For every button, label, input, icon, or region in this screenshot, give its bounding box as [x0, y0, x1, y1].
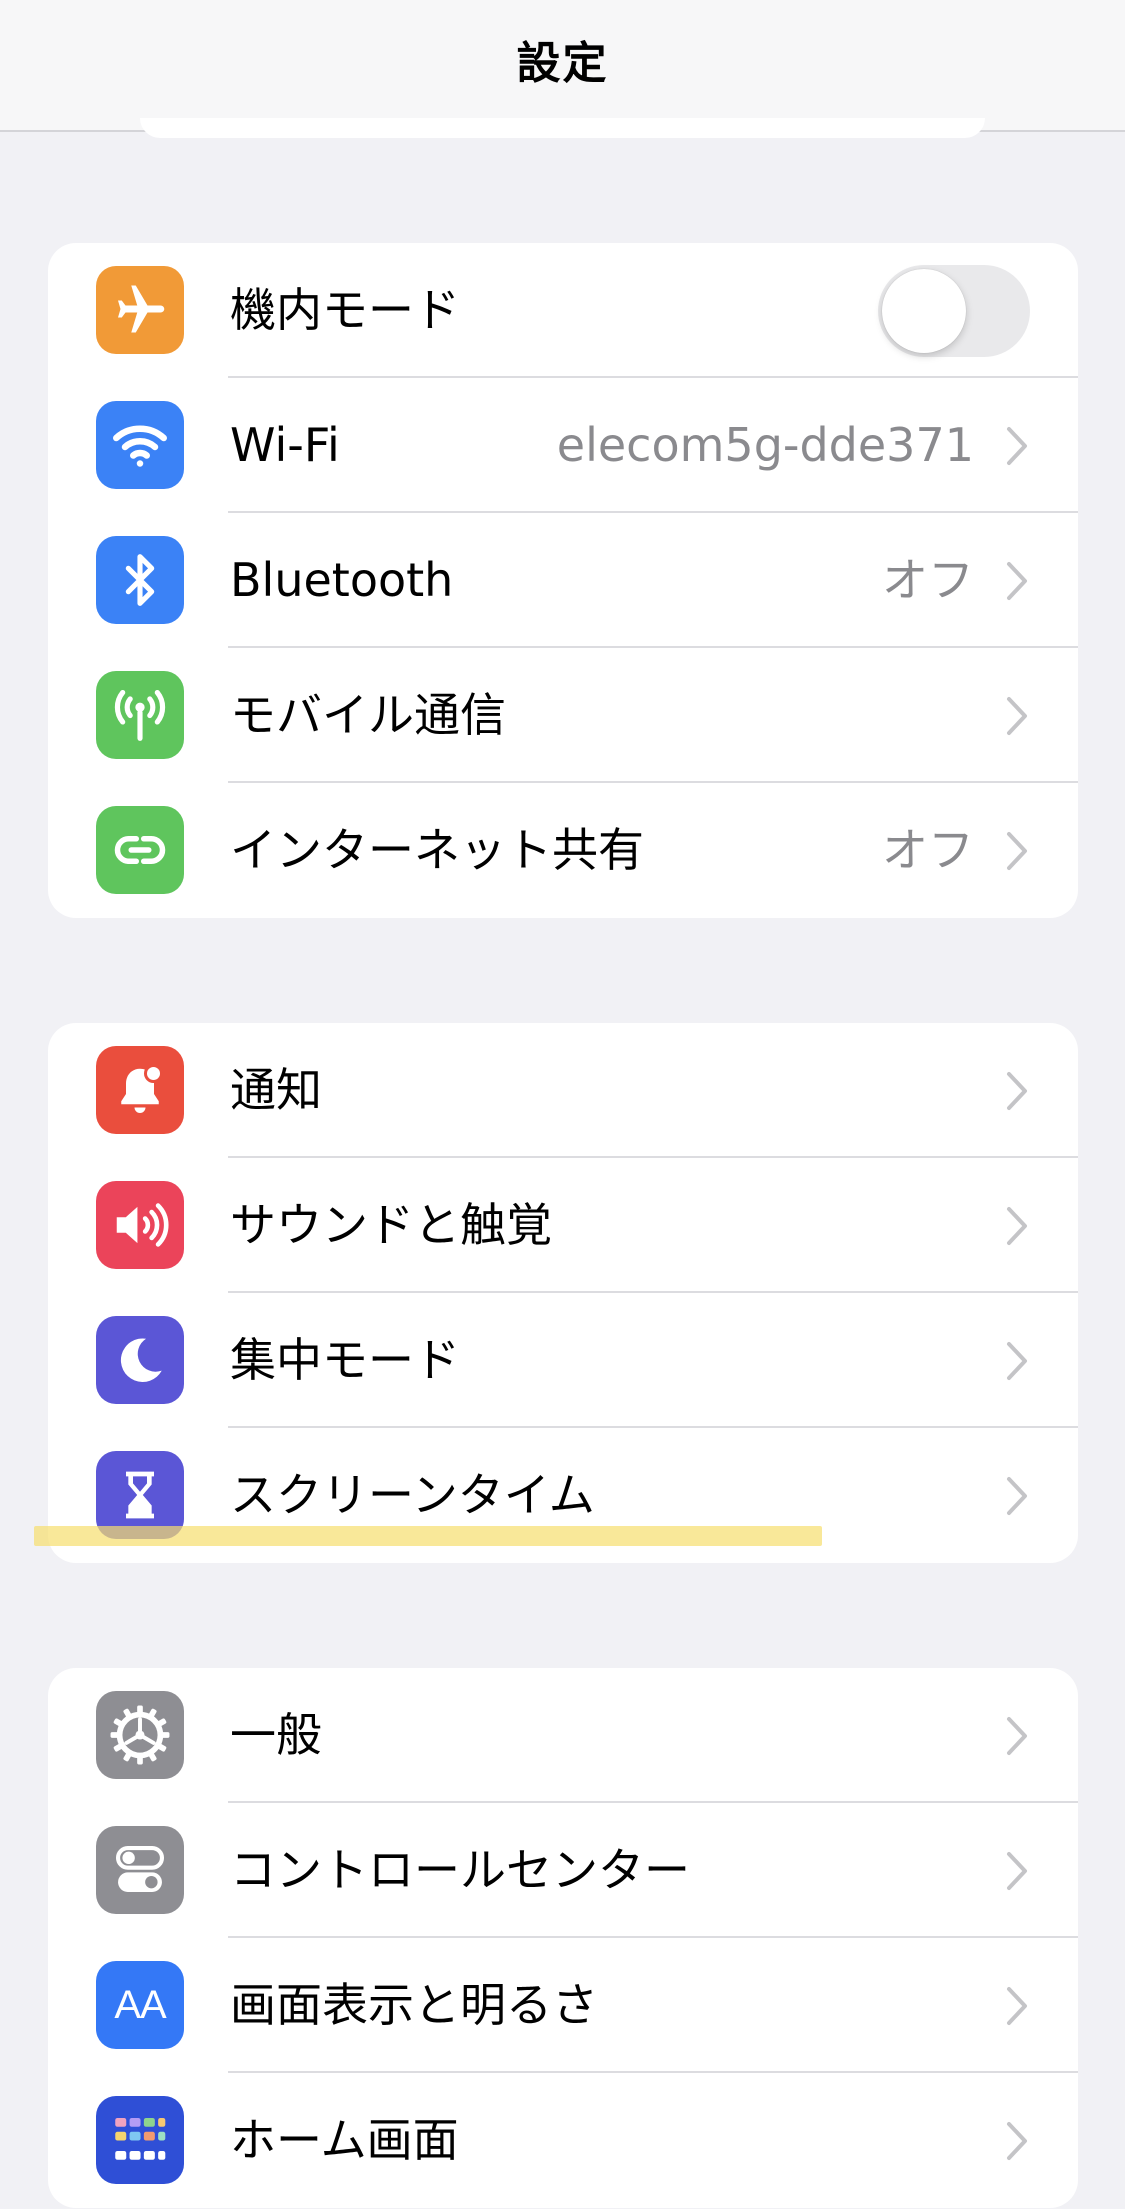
- bluetooth-icon: [96, 536, 184, 624]
- settings-row-bluetooth[interactable]: Bluetooth オフ: [48, 513, 1078, 648]
- wifi-network-value: elecom5g-dde371: [556, 418, 974, 472]
- home-screen-label: ホーム画面: [230, 2113, 459, 2167]
- notifications-group: 通知 サウンドと触覚 集中モード スクリーンタイム: [48, 1023, 1078, 1563]
- text-size-icon: AA: [96, 1961, 184, 2049]
- scrolled-content-edge: [140, 118, 985, 138]
- bell-icon: [96, 1046, 184, 1134]
- personal-hotspot-status-value: オフ: [882, 823, 974, 877]
- switches-icon: [96, 1826, 184, 1914]
- settings-row-cellular[interactable]: モバイル通信: [48, 648, 1078, 783]
- bluetooth-label: Bluetooth: [230, 553, 454, 607]
- display-brightness-label: 画面表示と明るさ: [230, 1978, 598, 2032]
- navigation-bar: 設定: [0, 0, 1125, 132]
- settings-row-control-center[interactable]: コントロールセンター: [48, 1803, 1078, 1938]
- chevron-right-icon: [1007, 697, 1027, 735]
- control-center-label: コントロールセンター: [230, 1843, 690, 1897]
- connectivity-group: 機内モード Wi-Fi elecom5g-dde371 Bluetooth オフ: [48, 243, 1078, 918]
- bluetooth-status-value: オフ: [882, 553, 974, 607]
- sounds-haptics-label: サウンドと触覚: [230, 1198, 552, 1252]
- wifi-icon: [96, 401, 184, 489]
- focus-label: 集中モード: [230, 1333, 460, 1387]
- chevron-right-icon: [1007, 1852, 1027, 1890]
- cellular-label: モバイル通信: [230, 688, 506, 742]
- home-screen-icon: [96, 2096, 184, 2184]
- chevron-right-icon: [1007, 1072, 1027, 1110]
- chevron-right-icon: [1007, 832, 1027, 870]
- moon-icon: [96, 1316, 184, 1404]
- chevron-right-icon: [1007, 2122, 1027, 2160]
- settings-row-general[interactable]: 一般: [48, 1668, 1078, 1803]
- hotspot-icon: [96, 806, 184, 894]
- settings-row-focus[interactable]: 集中モード: [48, 1293, 1078, 1428]
- settings-row-airplane-mode[interactable]: 機内モード: [48, 243, 1078, 378]
- personal-hotspot-label: インターネット共有: [230, 823, 644, 877]
- highlighter-underline: [34, 1526, 822, 1546]
- wifi-label: Wi-Fi: [230, 418, 340, 472]
- settings-row-display-brightness[interactable]: AA 画面表示と明るさ: [48, 1938, 1078, 2073]
- general-label: 一般: [230, 1708, 322, 1762]
- chevron-right-icon: [1007, 562, 1027, 600]
- antenna-icon: [96, 671, 184, 759]
- page-title: 設定: [516, 38, 609, 89]
- settings-row-wifi[interactable]: Wi-Fi elecom5g-dde371: [48, 378, 1078, 513]
- speaker-icon: [96, 1181, 184, 1269]
- airplane-mode-toggle[interactable]: [878, 265, 1030, 357]
- toggle-knob: [882, 269, 966, 353]
- settings-row-personal-hotspot[interactable]: インターネット共有 オフ: [48, 783, 1078, 918]
- chevron-right-icon: [1007, 1717, 1027, 1755]
- chevron-right-icon: [1007, 1207, 1027, 1245]
- settings-row-notifications[interactable]: 通知: [48, 1023, 1078, 1158]
- gear-icon: [96, 1691, 184, 1779]
- text-size-glyph: AA: [114, 1983, 166, 2027]
- settings-row-sounds-haptics[interactable]: サウンドと触覚: [48, 1158, 1078, 1293]
- notifications-label: 通知: [230, 1063, 322, 1117]
- chevron-right-icon: [1007, 1342, 1027, 1380]
- airplane-mode-label: 機内モード: [230, 283, 460, 337]
- general-group: 一般 コントロールセンター AA 画面表示と明るさ ホーム画面: [48, 1668, 1078, 2208]
- chevron-right-icon: [1007, 427, 1027, 465]
- chevron-right-icon: [1007, 1477, 1027, 1515]
- airplane-icon: [96, 266, 184, 354]
- settings-row-home-screen[interactable]: ホーム画面: [48, 2073, 1078, 2208]
- chevron-right-icon: [1007, 1987, 1027, 2025]
